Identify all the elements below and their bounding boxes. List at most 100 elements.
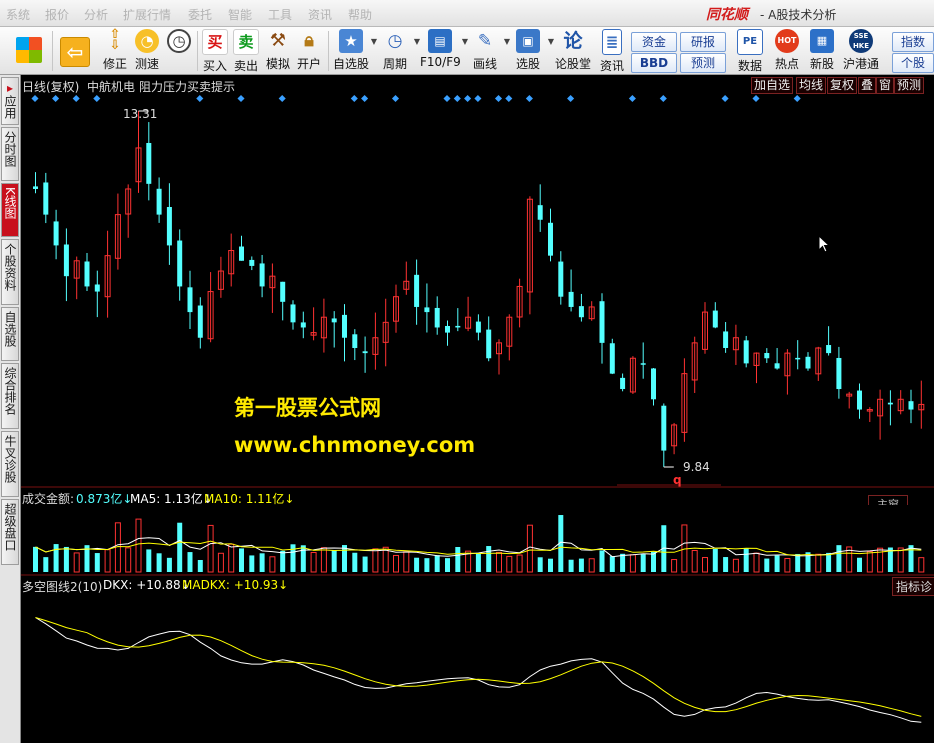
side-tab-kline[interactable]: K线图 <box>1 183 19 237</box>
side-tab-ranking[interactable]: 综合排名 <box>1 363 19 429</box>
forum-button[interactable]: 论 论股堂 <box>555 29 591 73</box>
side-tab-stock-profile[interactable]: 个股资料 <box>1 239 19 305</box>
side-tab-ranking-label: 综合排名 <box>3 367 17 415</box>
sell-icon: 卖 <box>233 29 259 55</box>
signal-diamond <box>474 94 482 103</box>
low-price-label: 9.84 <box>683 460 710 474</box>
chevron-down-icon[interactable]: ▼ <box>371 37 377 46</box>
candle-body-down <box>712 310 718 328</box>
volume-bar-up <box>732 558 739 573</box>
clock-button[interactable]: ◷ <box>164 29 194 73</box>
menu-system[interactable]: 系统 <box>6 6 30 23</box>
signal-diamond <box>196 94 204 103</box>
volume-bar-up <box>207 524 214 573</box>
volume-bar-down <box>836 545 842 572</box>
volume-bar-down <box>331 550 337 572</box>
chevron-down-icon[interactable]: ▼ <box>548 37 554 46</box>
forum-label: 论股堂 <box>555 57 592 71</box>
news-button[interactable]: ≣ 资讯 <box>598 29 626 73</box>
volume-bar-up <box>526 524 533 573</box>
volume-bar-up <box>135 518 142 573</box>
add-watchlist-button[interactable]: 加自选 <box>751 77 794 94</box>
volume-bar-down <box>723 557 729 572</box>
candle-body-down <box>146 142 152 184</box>
candle-body-down <box>33 186 38 189</box>
signal-diamond <box>93 94 101 103</box>
f10-button[interactable]: ▤ F10/F9 ▼ <box>420 29 468 73</box>
adjust-button[interactable]: 复权 <box>827 77 858 94</box>
data-button[interactable]: PE 数据 <box>735 29 765 73</box>
research-button[interactable]: 研报 <box>680 32 726 52</box>
volume-bar-up <box>629 554 636 573</box>
screen-icon: ▣ <box>516 29 540 53</box>
side-tab-intraday[interactable]: 分时图 <box>1 127 19 181</box>
menu-extended-market[interactable]: 扩展行情 <box>123 6 171 23</box>
volume-bar-up <box>506 555 513 573</box>
side-tab-diagnosis[interactable]: 牛叉诊股 <box>1 431 19 497</box>
sell-button[interactable]: 卖 卖出 <box>232 29 260 73</box>
volume-bar-up <box>372 548 379 573</box>
edit-button[interactable]: ⇧ ⇩ 修正 <box>100 28 130 73</box>
single-stock-button[interactable]: 个股 <box>892 53 934 73</box>
bbd-button[interactable]: BBD <box>631 53 677 73</box>
menu-quote[interactable]: 报价 <box>45 6 69 23</box>
volume-bar-down <box>445 558 450 572</box>
candle-body-down <box>239 246 244 261</box>
candle-body-down <box>197 305 203 338</box>
hotspot-button[interactable]: HOT 热点 <box>772 29 802 73</box>
menu-analysis[interactable]: 分析 <box>84 6 108 23</box>
volume-bar-up <box>403 551 410 573</box>
kline-chart-area[interactable]: 日线(复权) 中航机电 阻力压力买卖提示 加自选 均线 复权 叠 窗 预测 13… <box>21 75 934 743</box>
forecast-button[interactable]: 预测 <box>680 53 726 73</box>
volume-bar-down <box>620 553 626 572</box>
back-button[interactable]: ⇦ <box>58 29 92 73</box>
f10-document-icon: ▤ <box>428 29 452 53</box>
hk-connect-button[interactable]: SSE HKE 沪港通 <box>842 29 880 73</box>
candle-body-down <box>537 205 543 220</box>
forecast-chart-button[interactable]: 预测 <box>894 77 925 94</box>
speed-test-button[interactable]: ◔ 测速 <box>132 29 162 73</box>
candle-body-down <box>651 368 656 400</box>
menu-help[interactable]: 帮助 <box>348 6 372 23</box>
side-tab-apps[interactable]: ▸ 应用 <box>1 77 19 125</box>
pencil-icon: ✎ <box>477 31 493 51</box>
simulate-button[interactable]: ⚒ 模拟 <box>264 29 292 73</box>
candle-body-down <box>280 281 286 302</box>
candle-body-down <box>578 306 584 318</box>
volume-bar-down <box>362 556 368 572</box>
side-tab-watchlist[interactable]: 自选股 <box>1 307 19 361</box>
side-tab-super-tape[interactable]: 超级盘口 <box>1 499 19 565</box>
indicator-diagnosis-button[interactable]: 指标诊 <box>892 577 934 596</box>
candle-body-down <box>249 259 255 266</box>
stock-pick-button[interactable]: ▣ 选股 ▼ <box>510 29 554 73</box>
signal-diamond <box>453 94 461 103</box>
new-stock-button[interactable]: ▦ 新股 <box>807 29 837 73</box>
main-window-tab[interactable]: 主窗 <box>868 495 908 505</box>
volume-bar-down <box>166 557 172 572</box>
funds-button[interactable]: 资金 <box>631 32 677 52</box>
menu-news[interactable]: 资讯 <box>308 6 332 23</box>
app-menu-button[interactable] <box>12 29 46 73</box>
chart-canvas[interactable] <box>21 75 934 743</box>
period-button[interactable]: ◷ 周期 ▼ <box>378 29 420 73</box>
side-tab-intraday-label: 分时图 <box>3 131 17 167</box>
menu-smart[interactable]: 智能 <box>228 6 252 23</box>
index-button[interactable]: 指数 <box>892 32 934 52</box>
volume-bar-down <box>197 559 203 572</box>
chart-period-label: 日线(复权) <box>22 80 80 94</box>
volume-bar-down <box>63 546 69 572</box>
open-account-button[interactable]: 🔒︎ 开户 <box>295 29 323 73</box>
candle-body-down <box>486 329 492 359</box>
menu-trade[interactable]: 委托 <box>188 6 212 23</box>
moving-average-button[interactable]: 均线 <box>796 77 827 94</box>
watchlist-button[interactable]: ★ 自选股 ▼ <box>333 29 377 73</box>
menu-tools[interactable]: 工具 <box>268 6 292 23</box>
buy-button[interactable]: 买 买入 <box>201 29 229 73</box>
side-tab-stock-profile-label: 个股资料 <box>3 243 17 291</box>
candle-body-down <box>723 331 729 348</box>
volume-bar-up <box>104 549 111 573</box>
draw-line-button[interactable]: ✎ 画线 ▼ <box>468 29 510 73</box>
menu-bar: 系统 报价 分析 扩展行情 委托 智能 工具 资讯 帮助 同花顺 - A股技术分… <box>0 0 934 27</box>
window-button[interactable]: 窗 <box>876 77 895 94</box>
overlay-button[interactable]: 叠 <box>858 77 877 94</box>
